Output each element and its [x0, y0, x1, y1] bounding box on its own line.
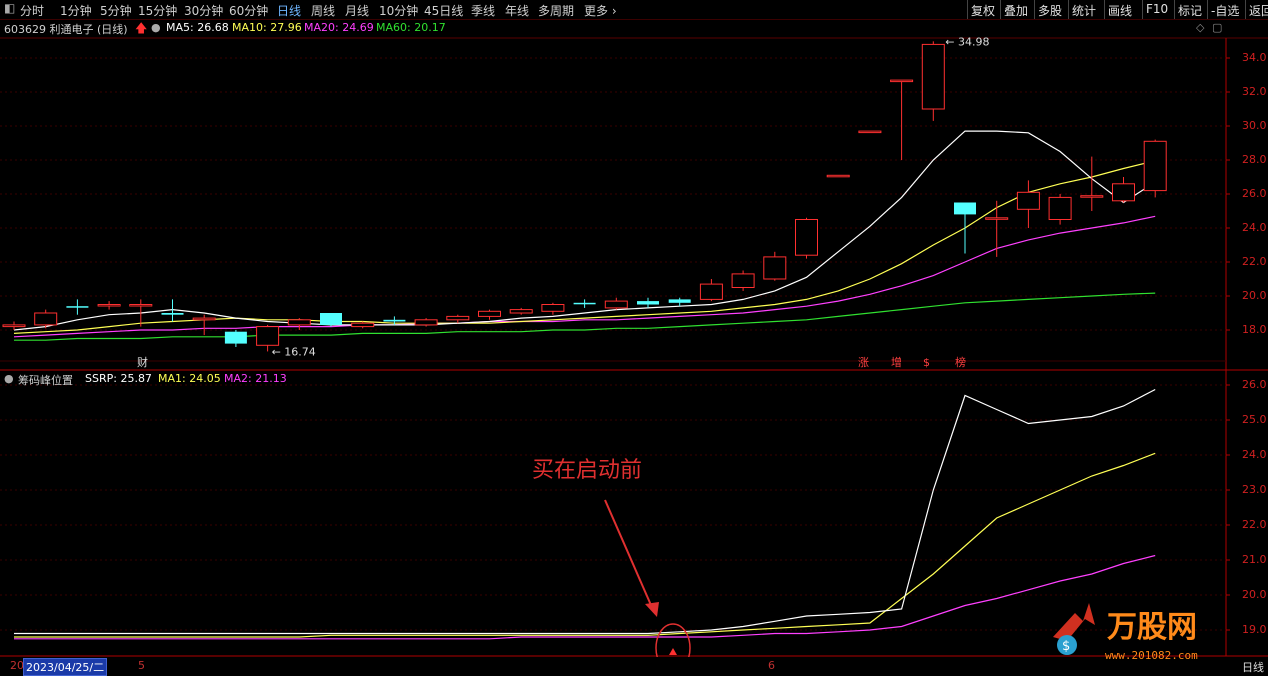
candle-up: [890, 79, 914, 83]
ma2-value: MA2: 21.13: [224, 372, 287, 385]
candle-down: [954, 202, 976, 215]
candle-up: [858, 130, 882, 134]
candle-down: [573, 302, 596, 305]
candle-up: [921, 43, 945, 110]
candle-down: [224, 331, 247, 344]
indicator-tick-label: 24.0: [1242, 448, 1267, 461]
candle-down: [668, 299, 691, 303]
chart-canvas[interactable]: ← 34.98 ← 16.74 财 涨 增 $ 榜: [0, 0, 1268, 676]
annotation-arrow: [604, 499, 655, 613]
cursor-date-label: 2023/04/25/二: [23, 658, 108, 676]
ma20-line: [13, 215, 1156, 338]
indicator-tick-label: 21.0: [1242, 553, 1267, 566]
candle-up: [1080, 195, 1104, 198]
candle-up: [985, 217, 1009, 220]
price-tick-label: 26.0: [1242, 187, 1267, 200]
candle-up: [699, 283, 723, 300]
candle-up: [509, 309, 533, 314]
candle-up: [826, 174, 850, 178]
indicator-tick-label: 19.0: [1242, 623, 1267, 636]
indicator-toggle-icon[interactable]: ●: [4, 372, 14, 385]
indicator-tick-label: 25.0: [1242, 413, 1267, 426]
event-marker-3: $: [923, 356, 930, 369]
candle-up: [129, 304, 153, 307]
indicator-ssrp-line: [14, 388, 1156, 635]
svg-text:$: $: [1062, 639, 1070, 654]
candle-up: [256, 326, 280, 346]
event-marker-4: 榜: [955, 355, 966, 369]
price-tick-label: 24.0: [1242, 221, 1267, 234]
candle-down: [161, 313, 184, 315]
indicator-ma2-line: [14, 554, 1156, 640]
price-tick-label: 32.0: [1242, 85, 1267, 98]
event-marker-2: 增: [891, 355, 902, 369]
candle-up: [1112, 183, 1135, 202]
brand-name: 万股网: [1107, 610, 1197, 645]
event-marker-0: 财: [137, 355, 148, 369]
ma1-value: MA1: 24.05: [158, 372, 221, 385]
candle-up: [541, 304, 565, 312]
signal-up-marker: [669, 648, 677, 655]
date-axis-start: 20: [10, 659, 24, 672]
low-price-label: ← 16.74: [272, 345, 316, 358]
price-tick-label: 28.0: [1242, 153, 1267, 166]
event-marker-1: 涨: [858, 356, 869, 369]
indicator-name: 筹码峰位置: [18, 374, 73, 387]
candle-up: [731, 273, 755, 288]
candle-up: [192, 317, 216, 321]
candle-up: [1143, 140, 1167, 192]
candle-up: [287, 319, 311, 326]
candle-down: [320, 313, 342, 325]
candle-up: [795, 219, 818, 256]
price-tick-label: 20.0: [1242, 289, 1267, 302]
price-tick-label: 34.0: [1242, 51, 1267, 64]
candle-down: [637, 301, 659, 305]
indicator-tick-label: 23.0: [1242, 483, 1267, 496]
candle-up: [97, 304, 121, 307]
candle-down: [383, 319, 406, 322]
month-5-label: 5: [138, 659, 145, 672]
price-tick-label: 18.0: [1242, 323, 1267, 336]
candle-up: [763, 256, 787, 280]
candle-up: [34, 312, 58, 326]
candle-down: [66, 306, 89, 308]
candle-up: [604, 300, 628, 309]
high-price-label: ← 34.98: [945, 35, 989, 48]
candle-up: [446, 315, 470, 321]
price-tick-label: 30.0: [1242, 119, 1267, 132]
month-6-label: 6: [768, 659, 775, 672]
period-label: 日线: [1242, 661, 1264, 674]
price-tick-label: 22.0: [1242, 255, 1267, 268]
buy-annotation-text: 买在启动前: [532, 458, 643, 483]
indicator-tick-label: 20.0: [1242, 588, 1267, 601]
brand-url: www.201082.com: [1105, 649, 1198, 662]
brand-logo: $ 万股网 www.201082.com: [1045, 595, 1240, 665]
annotation-arrowhead: [645, 602, 659, 617]
ssrp-value: SSRP: 25.87: [85, 372, 152, 385]
candle-up: [1016, 191, 1040, 210]
indicator-tick-label: 22.0: [1242, 518, 1267, 531]
candle-up: [2, 324, 26, 328]
candle-up: [351, 322, 375, 328]
candle-up: [1048, 196, 1072, 220]
candle-up: [414, 319, 438, 326]
indicator-tick-label: 26.0: [1242, 378, 1267, 391]
candle-up: [478, 310, 501, 317]
